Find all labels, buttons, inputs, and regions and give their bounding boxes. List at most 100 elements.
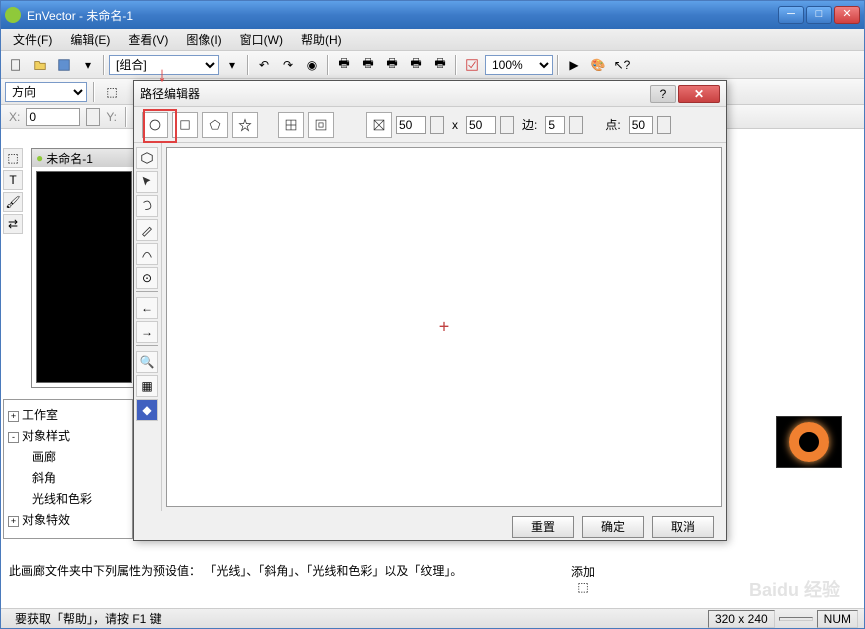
menu-file[interactable]: 文件(F) — [5, 29, 60, 50]
size-x-spinner[interactable] — [430, 116, 444, 134]
points-spinner[interactable] — [657, 116, 671, 134]
dialog-toolbar: x 边: 点: — [134, 107, 726, 143]
menu-help[interactable]: 帮助(H) — [293, 29, 350, 50]
tree-item-lightcolor[interactable]: 光线和色彩 — [8, 488, 128, 509]
help-arrow-icon[interactable]: ↖? — [611, 54, 633, 76]
diamond-grid-icon[interactable] — [278, 112, 304, 138]
ok-button[interactable]: 确定 — [582, 516, 644, 538]
maximize-button[interactable]: □ — [806, 6, 832, 24]
print4-icon[interactable]: 🖶 — [405, 54, 427, 76]
dialog-help-button[interactable]: ? — [650, 85, 676, 103]
print2-icon[interactable]: 🖶 — [357, 54, 379, 76]
edges-spinner[interactable] — [569, 116, 583, 134]
tree-item-workspace[interactable]: +工作室 — [8, 404, 128, 425]
grid-icon[interactable] — [308, 112, 334, 138]
curve-tool-icon[interactable] — [136, 243, 158, 265]
lasso-tool-icon[interactable] — [136, 195, 158, 217]
tree-item-bevel[interactable]: 斜角 — [8, 467, 128, 488]
dialog-title: 路径编辑器 — [140, 85, 650, 102]
arrow-right-icon[interactable]: → — [136, 321, 158, 343]
print-icon[interactable]: 🖶 — [333, 54, 355, 76]
dropdown-icon[interactable]: ▾ — [221, 54, 243, 76]
undo-icon[interactable]: ↶ — [253, 54, 275, 76]
tree-item-gallery[interactable]: 画廊 — [8, 446, 128, 467]
minimize-button[interactable]: ─ — [778, 6, 804, 24]
status-help: 要获取「帮助」，请按 F1 键 — [7, 610, 170, 627]
fill-tool-icon[interactable]: ◆ — [136, 399, 158, 421]
main-toolbar: ▾ [组合] ▾ ↶ ↷ ◉ 🖶 🖶 🖶 🖶 🖶 100% ▶ 🎨 ↖? — [1, 51, 864, 79]
toggle-icon[interactable] — [461, 54, 483, 76]
statusbar: 要获取「帮助」，请按 F1 键 320 x 240 NUM — [1, 608, 864, 628]
zoom-tool-icon[interactable]: 🔍 — [136, 351, 158, 373]
paint-tool-icon[interactable]: 🖌 — [3, 192, 23, 212]
arrow-left-icon[interactable]: ← — [136, 297, 158, 319]
x-label: X: — [9, 110, 20, 124]
crosshair-icon: + — [439, 317, 450, 338]
palette-icon[interactable]: 🎨 — [587, 54, 609, 76]
node-tool-icon[interactable]: ⊙ — [136, 267, 158, 289]
y-label: Y: — [106, 110, 117, 124]
status-dims: 320 x 240 — [708, 610, 775, 628]
swap-tool-icon[interactable]: ⇄ — [3, 214, 23, 234]
status-empty — [779, 617, 813, 621]
menu-image[interactable]: 图像(I) — [178, 29, 229, 50]
menubar: 文件(F) 编辑(E) 查看(V) 图像(I) 窗口(W) 帮助(H) — [1, 29, 864, 51]
x-spinner[interactable] — [86, 108, 100, 126]
cancel-button[interactable]: 取消 — [652, 516, 714, 538]
tree-item-styles[interactable]: -对象样式 — [8, 425, 128, 446]
add-icon: ⬚ — [571, 580, 595, 594]
square-shape-icon[interactable] — [172, 112, 198, 138]
menu-edit[interactable]: 编辑(E) — [62, 29, 118, 50]
dialog-titlebar: 路径编辑器 ? ✕ — [134, 81, 726, 107]
dropdown-arrow-icon[interactable]: ▾ — [77, 54, 99, 76]
tree-item-effects[interactable]: +对象特效 — [8, 509, 128, 530]
hexagon-tool-icon[interactable] — [136, 147, 158, 169]
document-canvas[interactable] — [36, 171, 132, 383]
pointer-tool-icon[interactable] — [136, 171, 158, 193]
orange-ring-icon — [789, 422, 829, 462]
target-icon[interactable]: ◉ — [301, 54, 323, 76]
brush-tool-icon[interactable] — [136, 219, 158, 241]
star-shape-icon[interactable] — [232, 112, 258, 138]
points-input[interactable] — [629, 116, 653, 134]
left-toolbox: ⬚ T 🖌 ⇄ — [3, 148, 25, 234]
crossed-box-icon[interactable] — [366, 112, 392, 138]
add-button[interactable]: 添加 ⬚ — [571, 563, 595, 594]
reset-button[interactable]: 重置 — [512, 516, 574, 538]
open-icon[interactable] — [29, 54, 51, 76]
size-y-input[interactable] — [466, 116, 496, 134]
text-tool-icon[interactable]: T — [3, 170, 23, 190]
menu-view[interactable]: 查看(V) — [120, 29, 176, 50]
redo-icon[interactable]: ↷ — [277, 54, 299, 76]
thumbnail-panel[interactable] — [776, 416, 842, 468]
size-y-spinner[interactable] — [500, 116, 514, 134]
select-tool-icon[interactable]: ⬚ — [3, 148, 23, 168]
edges-input[interactable] — [545, 116, 565, 134]
print5-icon[interactable]: 🖶 — [429, 54, 451, 76]
document-window: ● 未命名-1 — [31, 148, 137, 388]
dialog-canvas[interactable]: + — [166, 147, 722, 507]
app-icon — [5, 7, 21, 23]
edges-label: 边: — [522, 116, 537, 133]
zoom-select[interactable]: 100% — [485, 55, 553, 75]
document-title: ● 未命名-1 — [32, 149, 136, 167]
combo-group[interactable]: [组合] — [109, 55, 219, 75]
direction-select[interactable]: 方向 — [5, 82, 87, 102]
polygon-shape-icon[interactable] — [202, 112, 228, 138]
path-editor-dialog: 路径编辑器 ? ✕ x 边: 点: ⊙ ← → — [133, 80, 727, 541]
save-icon[interactable] — [53, 54, 75, 76]
watermark: Baidu 经验 — [749, 576, 840, 602]
print3-icon[interactable]: 🖶 — [381, 54, 403, 76]
x-input[interactable] — [26, 108, 80, 126]
run-icon[interactable]: ▶ — [563, 54, 585, 76]
circle-shape-icon[interactable] — [142, 112, 168, 138]
layers-tool-icon[interactable]: ▦ — [136, 375, 158, 397]
menu-window[interactable]: 窗口(W) — [232, 29, 291, 50]
dialog-close-button[interactable]: ✕ — [678, 85, 720, 103]
size-x-input[interactable] — [396, 116, 426, 134]
align-icon[interactable]: ⬚ — [101, 81, 123, 103]
new-icon[interactable] — [5, 54, 27, 76]
close-button[interactable]: ✕ — [834, 6, 860, 24]
info-text: 此画廊文件夹中下列属性为预设值： 「光线」、「斜角」、「光线和色彩」以及「纹理」… — [9, 563, 569, 580]
points-label: 点: — [605, 116, 620, 133]
